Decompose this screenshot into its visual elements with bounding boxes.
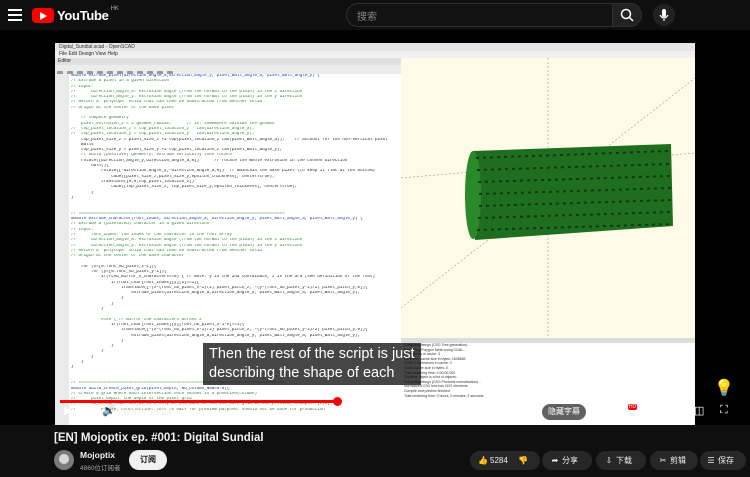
mic-icon [659,9,669,21]
share-button[interactable]: ➦ 分享 [542,451,592,470]
youtube-logo[interactable]: YouTube HK [32,6,119,23]
download-label: 下载 [616,456,632,465]
editor-toolbar [55,65,401,77]
scissors-icon: ✂ [659,456,667,465]
share-label: 分享 [562,456,578,465]
time-display: 6:47 / 15:24 [124,407,172,417]
code-line: if(FLAG_mirror_x_characters==0) { // Not… [71,275,376,280]
subtitle-line-1: Then the rest of the script is just [209,346,415,362]
player-controls: ▶ ⏭ 🔊 6:47 / 15:24 隐藏字幕 ▤ ⚙HD ▭ ▬ ◫ ⛶ [0,404,750,424]
download-icon: ⇩ [605,456,613,465]
hamburger-menu-icon[interactable] [8,9,22,21]
miniplayer-icon: ▭ [650,405,661,417]
cast-button[interactable]: ◫ [694,404,704,417]
gear-icon: ⚙ [618,405,628,417]
logo-region: HK [110,6,119,12]
3d-viewport [401,58,695,338]
console-line: Total rendering time: 0 hours, 0 minutes… [404,393,484,398]
logo-text: YouTube [57,7,109,23]
volume-icon: 🔊 [102,405,116,417]
video-player[interactable]: Digital_Sundial.scad - OpenSCAD File Edi… [0,30,750,425]
clip-label: 剪辑 [670,456,686,465]
like-dislike-group: 👍 5284 👎 [470,451,540,470]
captions-button[interactable]: 隐藏字幕 [542,404,586,420]
save-label: 保存 [718,456,734,465]
save-playlist-icon: ☰ [707,456,715,465]
volume-button[interactable]: 🔊 [102,404,116,417]
like-count[interactable]: 5284 [490,456,508,465]
share-icon: ➦ [551,456,559,465]
like-icon[interactable]: 👍 [476,451,490,470]
line-number-gutter [55,74,69,425]
subtitles-toggle[interactable]: ▤ [596,406,606,419]
hd-badge: HD [627,404,638,410]
cast-icon: ◫ [694,405,705,417]
youtube-play-logo-icon [32,7,54,23]
save-button[interactable]: ☰ 保存 [700,451,746,470]
next-button[interactable]: ⏭ [82,404,92,417]
voice-search-button[interactable] [653,4,675,26]
search-icon [620,8,634,22]
code-line: rotate([-direction_angle_y,-direction_an… [71,169,376,174]
progress-fill [60,400,338,403]
clip-button[interactable]: ✂ 剪辑 [650,451,698,470]
theater-icon: ▬ [672,404,683,416]
lightbulb-icon: 💡 [714,380,734,397]
video-title: [EN] Mojoptix ep. #001: Digital Sundial [54,432,264,444]
progress-bar[interactable] [60,397,690,406]
cc-icon: ▤ [596,407,607,419]
search-input[interactable]: 搜索 [346,3,614,27]
play-icon: ▶ [64,405,73,417]
cylinder-model [465,144,673,240]
subscriber-count: 4860位订阅者 [80,465,121,472]
download-button[interactable]: ⇩ 下载 [596,451,646,470]
3d-render [401,58,695,338]
next-icon: ⏭ [82,404,92,416]
window-title: Digital_Sundial.scad - OpenSCAD [55,43,695,51]
code-line: top_pixel_size_z = pixel_size_z +2*top(p… [71,137,388,142]
time-current: 6:47 [124,407,142,417]
theater-button[interactable]: ▬ [672,404,683,416]
captions-label: 隐藏字幕 [548,407,580,416]
search-button[interactable] [612,3,642,27]
settings-button[interactable]: ⚙HD [618,404,638,417]
top-bar: YouTube HK 搜索 [0,0,750,30]
code-line: translate([-(x-(font_nb_pixel_x-1)/2)*pi… [71,328,368,333]
window-menu-bar: File Edit Design View Help [55,51,695,58]
play-button[interactable]: ▶ [64,404,72,417]
miniplayer-button[interactable]: ▭ [650,404,660,417]
fullscreen-icon: ⛶ [720,404,728,416]
avatar[interactable] [54,450,74,470]
fullscreen-button[interactable]: ⛶ [720,404,728,417]
time-total: 15:24 [149,407,172,417]
subscribe-button[interactable]: 订阅 [129,450,167,470]
search-placeholder: 搜索 [357,12,377,23]
editor-label: Editor [55,58,401,65]
subtitle-overlay: Then the rest of the script is just desc… [203,343,421,385]
dislike-icon[interactable]: 👎 [518,451,528,470]
subtitle-line-2: describing the shape of each [209,365,395,381]
channel-name[interactable]: Mojoptix [80,450,115,460]
